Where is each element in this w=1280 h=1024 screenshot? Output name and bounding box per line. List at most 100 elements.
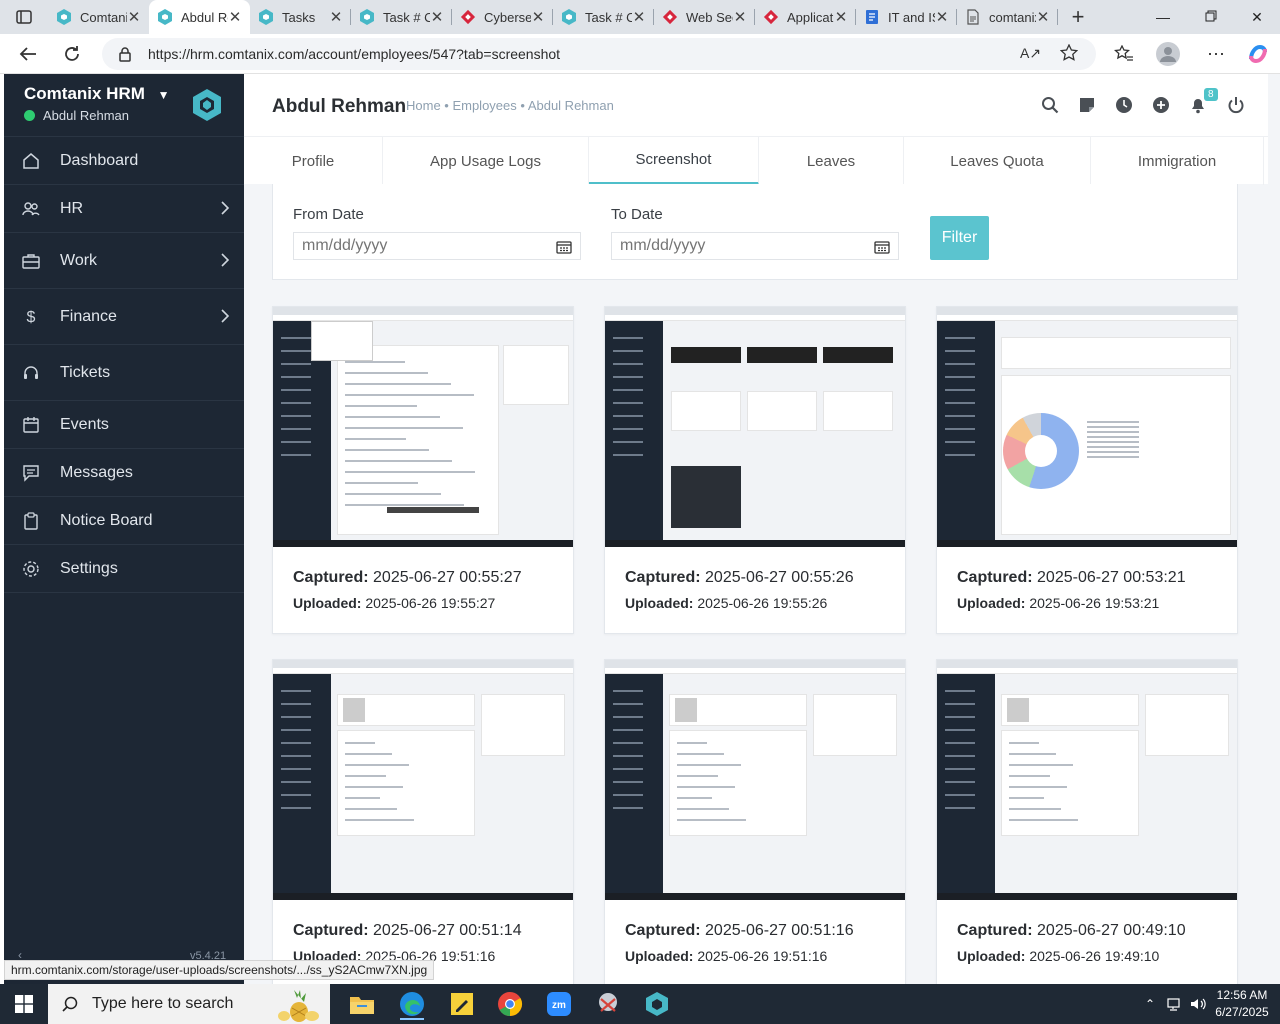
tab-app-usage-logs[interactable]: App Usage Logs [383,137,589,185]
sidebar-item-finance[interactable]: $ Finance [4,288,244,344]
thumbnail-detail [281,363,311,365]
sticky-notes-app-button[interactable] [446,988,478,1020]
sidebar-item-tickets[interactable]: Tickets [4,344,244,400]
taskbar-search[interactable]: Type here to search [48,984,330,1024]
snipping-tool-button[interactable] [592,988,624,1020]
refresh-button[interactable] [58,40,86,68]
close-tab-icon[interactable]: ✕ [1036,8,1050,26]
captured-time: Captured: 2025-06-27 00:51:14 [293,922,522,940]
thumbnail-detail [613,428,643,430]
restore-button[interactable] [1188,0,1234,34]
breadcrumb[interactable]: Home • Employees • Abdul Rehman [406,98,614,113]
sidebar-item-label: Notice Board [60,511,153,529]
screenshot-thumbnail[interactable] [605,660,905,900]
sidebar-nav: Dashboard HR Work $ Finance Tickets Events Mess… [4,136,244,593]
close-tab-icon[interactable]: ✕ [531,8,545,26]
screenshot-thumbnail[interactable] [937,660,1237,900]
thumbnail-detail [281,402,311,404]
url-field[interactable]: https://hrm.comtanix.com/account/employe… [102,38,1096,70]
tab-actions-button[interactable] [0,0,48,34]
sidebar-item-events[interactable]: Events [4,400,244,448]
search-button[interactable] [1039,94,1061,116]
system-clock[interactable]: 12:56 AM 6/27/2025 [1212,987,1272,1021]
browser-tab[interactable]: Web Security✕ [654,0,755,34]
profile-button[interactable] [1154,40,1182,68]
browser-tab[interactable]: Applications✕ [755,0,856,34]
close-tab-icon[interactable]: ✕ [733,8,747,26]
tab-screenshot[interactable]: Screenshot [589,137,759,185]
browser-tab[interactable]: Abdul Rehman✕ [149,0,250,34]
sticky-note-button[interactable] [1076,94,1098,116]
browser-tab[interactable]: Tasks ✕ [250,0,351,34]
screenshot-thumbnail[interactable] [273,307,573,547]
lock-icon [118,46,132,62]
browser-tab-label: Task # Cyber [383,9,430,25]
back-button[interactable] [14,40,42,68]
to-date-input[interactable] [611,232,899,260]
browser-tab[interactable]: Comtanix✕ [48,0,149,34]
timelog-button[interactable] [1113,94,1135,116]
from-date-input[interactable] [293,232,581,260]
screenshot-thumbnail[interactable] [605,307,905,547]
filter-button[interactable]: Filter [930,216,989,260]
thumbnail-detail [273,540,573,547]
calendar-icon[interactable] [556,240,572,254]
sidebar-item-work[interactable]: Work [4,232,244,288]
browser-tab[interactable]: Task # Cyber✕ [553,0,654,34]
tab-leaves-quota[interactable]: Leaves Quota [904,137,1091,185]
screenshot-thumbnail[interactable] [937,307,1237,547]
comtanix-app-button[interactable] [641,988,673,1020]
read-aloud-icon[interactable]: A↗ [1020,45,1041,62]
main-content: Abdul Rehman Home • Employees • Abdul Re… [244,74,1280,984]
thumbnail-detail [343,698,365,722]
network-button[interactable] [1164,984,1186,1024]
close-tab-icon[interactable]: ✕ [632,8,646,26]
favorites-button[interactable] [1110,40,1138,68]
screenshot-thumbnail[interactable] [273,660,573,900]
volume-button[interactable] [1188,984,1210,1024]
browser-tab[interactable]: Task # Cyber✕ [351,0,452,34]
close-tab-icon[interactable]: ✕ [329,8,343,26]
copilot-button[interactable] [1244,40,1272,68]
browser-tab[interactable]: IT and IS✕ [856,0,957,34]
uploaded-value: 2025-06-26 19:55:26 [697,595,828,611]
thumbnail-detail [345,361,405,363]
sidebar-item-notice-board[interactable]: Notice Board [4,496,244,544]
sidebar-item-messages[interactable]: Messages [4,448,244,496]
thumbnail-detail [747,347,817,363]
tab-profile[interactable]: Profile [244,137,383,185]
new-tab-button[interactable]: + [1058,0,1098,34]
browser-tab[interactable]: comtanix ✕ [957,0,1058,34]
browser-tab[interactable]: Cybersecurity✕ [452,0,553,34]
quick-add-button[interactable] [1150,94,1172,116]
plus-icon: + [1071,4,1085,29]
thumbnail-detail [945,716,975,718]
close-tab-icon[interactable]: ✕ [127,8,141,26]
calendar-icon[interactable] [874,240,890,254]
star-icon[interactable] [1060,44,1078,62]
tab-immigration[interactable]: Immigration [1091,137,1264,185]
screenshot-card: Captured: 2025-06-27 00:49:10 Uploaded: 2… [936,659,1238,984]
chrome-button[interactable] [494,988,526,1020]
minimize-button[interactable]: — [1140,0,1186,34]
file-explorer-button[interactable] [346,988,378,1020]
close-tab-icon[interactable]: ✕ [430,8,444,26]
logout-button[interactable] [1225,94,1247,116]
close-tab-icon[interactable]: ✕ [834,8,848,26]
close-tab-icon[interactable]: ✕ [228,8,242,26]
close-window-button[interactable]: ✕ [1234,0,1280,34]
show-hidden-icons-button[interactable]: ⌃ [1140,984,1160,1024]
sidebar-item-label: Tickets [60,363,111,381]
sidebar-item-hr[interactable]: HR [4,184,244,232]
sidebar-item-label: Messages [60,463,133,481]
sidebar-item-dashboard[interactable]: Dashboard [4,136,244,184]
edge-button[interactable] [396,988,428,1020]
sidebar-item-settings[interactable]: Settings [4,544,244,592]
zoom-button[interactable]: zm [543,988,575,1020]
clipboard-icon [22,511,40,530]
start-button[interactable] [0,984,48,1024]
settings-more-button[interactable]: ⋯ [1202,40,1230,68]
company-switcher[interactable]: Comtanix HRM ▼ [24,84,170,104]
close-tab-icon[interactable]: ✕ [935,8,949,26]
tab-leaves[interactable]: Leaves [759,137,904,185]
